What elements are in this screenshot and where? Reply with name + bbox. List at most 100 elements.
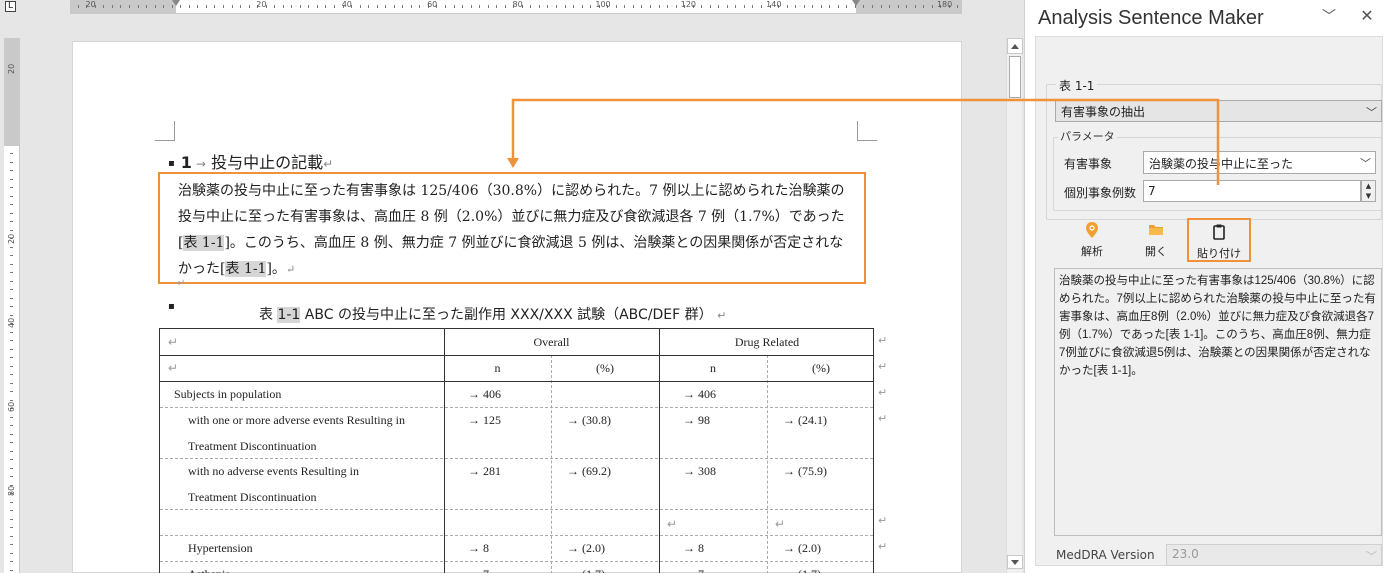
row-end-mark: ↵ [878,360,888,373]
ruler-tick [10,510,13,511]
adverse-event-select[interactable]: 治験薬の投与中止に至った ﹀ [1143,151,1376,174]
paste-button[interactable]: 貼り付け [1187,218,1251,262]
indent-marker-right[interactable] [852,0,860,6]
ruler-tick [812,5,814,8]
spin-up-icon[interactable]: ▲ [1362,181,1375,191]
ruler-tick [10,229,13,231]
ruler-tick [10,306,13,307]
ruler-tick [10,433,13,435]
ruler-tick [146,5,148,8]
ruler-tick [906,5,908,8]
event-count-input[interactable]: 7 [1143,180,1361,202]
scroll-down-button[interactable] [1007,555,1023,569]
table-cell-value: → 281 [468,464,501,478]
ruler-tick [735,5,737,8]
column-group-header: Drug Related [734,335,800,349]
chevron-down-icon: ﹀ [1366,106,1377,119]
event-count-spinner[interactable]: ▲ ▼ [1361,180,1376,202]
ruler-tick [10,297,13,299]
scroll-up-button[interactable] [1007,38,1023,54]
table-cell-value: → (30.8) [567,413,611,427]
ruler-tick [10,204,13,205]
meddra-version-select[interactable]: 23.0 ﹀ [1166,544,1382,566]
ruler-number: 40 [341,0,352,9]
tab-selector[interactable]: L [5,1,16,12]
result-textarea[interactable]: 治験薬の投与中止に至った有害事象は125/406（30.8%）に認められた。7例… [1054,268,1382,536]
ruler-margin-top [4,38,19,146]
ruler-number: 20 [7,63,16,74]
ruler-tick [299,5,301,8]
ruler-tick [931,5,933,8]
ruler-tick [624,5,626,8]
adverse-event-value: 治験薬の投与中止に至った [1149,157,1294,171]
table-caption[interactable]: 表 1-1 ABC の投与中止に至った副作用 XXX/XXX 試験（ABC/DE… [259,304,726,324]
ruler-tick [820,5,822,8]
row-label: Asthenia [188,567,231,573]
vertical-ruler[interactable]: 20 20 40 60 80 [4,38,20,573]
ruler-number: 40 [7,317,16,328]
ruler-tick [10,476,13,477]
open-label: 開く [1145,245,1167,258]
inserted-paragraph[interactable]: 治験薬の投与中止に至った有害事象は 125/406（30.8%）に認められた。7… [158,172,866,284]
ruler-tick [641,5,643,8]
ruler-tick [385,5,387,8]
table-reference-2[interactable]: 表 1-1 [225,261,267,277]
table-group-label: 表 1-1 [1056,77,1098,94]
open-button[interactable]: 開く [1124,218,1188,262]
meddra-version-value: 23.0 [1172,547,1199,561]
row-end-mark: ↵ [878,334,888,347]
heading-text: 投与中止の記載 [211,153,324,172]
caption-prefix: 表 [259,307,273,323]
table-row-border [160,458,873,459]
ruler-tick [10,561,13,562]
ruler-tick [103,5,105,8]
horizontal-ruler[interactable]: 20 20 40 60 80 100 120 140 180 [70,0,962,14]
ruler-tick [240,5,242,8]
scroll-thumb[interactable] [1009,56,1021,98]
heading-arrow: → [195,157,206,171]
ruler-tick [274,5,276,8]
pilcrow-mark: ↵ [168,361,179,375]
heading-number: 1 [180,153,192,172]
ruler-tick [248,5,250,8]
vertical-scrollbar[interactable] [1006,38,1023,573]
crop-mark-top-left [155,121,175,141]
ruler-tick [10,374,13,375]
ruler-number: 80 [7,485,16,496]
ruler-tick [889,5,891,8]
close-icon[interactable]: ✕ [1357,6,1377,26]
ruler-tick [111,5,113,8]
ruler-tick [795,5,797,8]
ruler-tick [10,161,13,163]
indent-marker-left[interactable] [172,0,180,6]
table-cell-value: → 8 [468,541,489,555]
row-end-marks: ↵ ↵ ↵ ↵ ↵ ↵ [878,328,892,573]
document-page[interactable]: ▪ 1 → 投与中止の記載↵ 治験薬の投与中止に至った有害事象は 125/406（3… [72,41,962,573]
column-subheader: (%) [812,361,830,375]
results-table[interactable]: ↵ Overall Drug Related ↵ n (%) n (%) Subjects in… [159,328,874,573]
ruler-number: 140 [766,0,782,9]
ruler-tick [880,5,882,8]
ruler-tick [479,5,481,8]
ruler-tick [10,280,13,282]
pane-options-icon[interactable]: ﹀ [1319,6,1339,26]
ruler-tick [10,450,13,452]
analyze-button[interactable]: 解析 [1060,218,1124,262]
ruler-tick [786,5,788,8]
ruler-number: 120 [680,0,697,9]
column-subheader: n [710,361,716,375]
ruler-tick [10,195,13,197]
analysis-type-select[interactable]: 有害事象の抽出 ﹀ [1055,100,1382,122]
table-cell-value: → 406 [683,387,716,401]
spin-down-icon[interactable]: ▼ [1362,191,1375,201]
ruler-tick [129,5,131,8]
ruler-number: 80 [512,0,523,9]
section-heading[interactable]: ▪ 1 → 投与中止の記載↵ [168,149,333,173]
pane-body: 表 1-1 有害事象の抽出 ﹀ パラメータ 有害事象 治験薬の投与中止に至った … [1035,36,1383,566]
ruler-tick [222,5,224,8]
ruler-tick [581,5,583,8]
table-reference-1[interactable]: 表 1-1 [183,235,225,251]
ruler-tick [10,221,13,222]
ruler-corner[interactable]: L [0,0,22,14]
column-subheader: (%) [596,361,614,375]
